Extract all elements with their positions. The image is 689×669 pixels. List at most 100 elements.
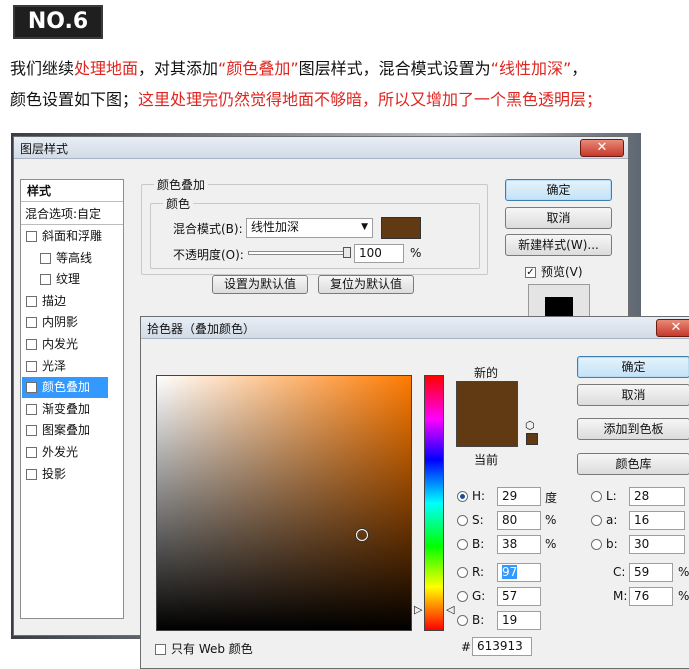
style-item[interactable]: 投影 [22,464,108,485]
style-item-label: 渐变叠加 [42,401,91,416]
channel-radio[interactable] [457,491,468,502]
intro-text-segment: 这里处理完仍然觉得地面不够暗，所以又增加了一个黑色透明层； [138,90,603,109]
style-item[interactable]: 内阴影 [22,312,108,333]
channel-value-input[interactable]: 97 [497,563,541,582]
style-item[interactable]: 光泽 [22,356,108,377]
style-checkbox-icon[interactable] [40,252,51,264]
overlay-color-swatch[interactable] [381,217,421,239]
channel-value-input[interactable]: 16 [629,511,685,530]
color-picker-dialog: 拾色器（叠加颜色） ✕ ▷ ◁ 新的 ⬡ 当前 确定 取消 添加到色板 颜色库 … [140,316,689,669]
channel-value-input[interactable]: 30 [629,535,685,554]
color-libraries-button[interactable]: 颜色库 [577,453,689,475]
channel-key: M: [613,589,628,603]
channel-radio[interactable] [591,539,602,550]
style-item[interactable]: 内发光 [22,334,108,355]
channel-unit: % [545,513,557,527]
style-item[interactable]: 渐变叠加 [22,399,108,420]
style-checkbox-icon[interactable] [26,403,37,415]
channel-value-input[interactable]: 76 [629,587,673,606]
channel-key: b: [606,537,618,551]
style-item[interactable]: ✓ 颜色叠加 [22,377,108,399]
cube-icon[interactable]: ⬡ [525,419,535,432]
channel-value-input[interactable]: 29 [497,487,541,506]
blend-mode-select[interactable]: 线性加深 ▼ [246,218,373,238]
channel-value-input[interactable]: 38 [497,535,541,554]
styles-header: 样式 [21,180,123,202]
channel-value-input[interactable]: 57 [497,587,541,606]
channel-value-input[interactable]: 59 [629,563,673,582]
channel-key: a: [606,513,618,527]
channel-value-input[interactable]: 80 [497,511,541,530]
hue-slider[interactable] [424,375,444,631]
opacity-input[interactable]: 100 [354,244,404,263]
style-item[interactable]: 斜面和浮雕 [22,226,108,247]
new-style-button[interactable]: 新建样式(W)... [505,234,612,256]
style-checkbox-icon[interactable] [26,317,37,329]
color-subgroup: 颜色 混合模式(B): 线性加深 ▼ 不透明度(O): 100 % [150,195,480,269]
style-item-label: 图案叠加 [42,423,91,438]
style-item-label: 纹理 [56,272,81,287]
style-item[interactable]: 图案叠加 [22,420,108,441]
channel-value: 29 [502,489,518,503]
style-checkbox-icon[interactable] [26,295,37,307]
style-item[interactable]: 描边 [22,291,108,312]
channel-value-input[interactable]: 28 [629,487,685,506]
opacity-slider-thumb[interactable] [343,247,351,258]
preview-checkbox[interactable]: ✓ 预览(V) [525,263,583,280]
close-icon[interactable]: ✕ [656,319,689,337]
ok-button[interactable]: 确定 [505,179,612,201]
style-item-label: 描边 [42,293,67,308]
web-colors-check-icon [155,644,166,655]
style-item[interactable]: 外发光 [22,442,108,463]
style-item[interactable]: 纹理 [22,269,108,290]
intro-text-segment: 颜色设置如下图； [10,90,139,109]
channel-radio[interactable] [457,567,468,578]
picker-cancel-button[interactable]: 取消 [577,384,689,406]
hue-arrow-right-icon[interactable]: ◁ [446,603,454,616]
style-checkbox-icon[interactable] [40,274,51,286]
close-icon[interactable]: ✕ [580,139,624,157]
style-checkbox-icon[interactable] [26,360,37,372]
color-selection-marker[interactable] [355,528,368,541]
intro-text-segment: 图层样式，混合模式设置为 [298,59,491,78]
web-safe-swatch[interactable] [526,433,538,445]
style-item-label: 内发光 [42,337,79,351]
channel-key: H: [472,489,486,503]
channel-radio[interactable] [457,591,468,602]
style-item[interactable]: 等高线 [22,248,108,269]
channel-key: R: [472,565,485,579]
cancel-button[interactable]: 取消 [505,207,612,229]
color-subgroup-title: 颜色 [163,195,194,212]
color-overlay-title: 颜色叠加 [154,176,209,193]
style-checkbox-icon[interactable] [26,231,37,242]
style-checkbox-icon[interactable] [26,468,37,480]
channel-radio[interactable] [457,515,468,526]
reset-default-button[interactable]: 复位为默认值 [318,275,414,294]
style-checkbox-icon[interactable] [26,339,37,350]
channel-radio[interactable] [591,515,602,526]
channel-radio[interactable] [457,615,468,626]
style-checkbox-icon[interactable] [26,425,37,437]
channel-radio[interactable] [591,491,602,502]
hex-input[interactable]: 613913 [472,637,532,656]
blending-options-item[interactable]: 混合选项:自定 [21,203,123,225]
layer-style-titlebar[interactable]: 图层样式 ✕ [14,137,628,159]
color-picker-titlebar[interactable]: 拾色器（叠加颜色） ✕ [141,317,689,339]
picker-ok-button[interactable]: 确定 [577,356,689,378]
web-colors-checkbox[interactable]: 只有 Web 颜色 [155,640,253,657]
color-picker-title: 拾色器（叠加颜色） [147,322,256,336]
style-checkbox-icon[interactable]: ✓ [26,382,37,394]
set-default-button[interactable]: 设置为默认值 [212,275,308,294]
opacity-slider-track[interactable] [248,247,351,258]
style-checkbox-icon[interactable] [26,447,37,458]
channel-value: 57 [502,589,518,603]
saturation-brightness-field[interactable] [156,375,412,631]
style-item-label: 颜色叠加 [42,380,91,395]
add-to-swatches-button[interactable]: 添加到色板 [577,418,689,440]
channel-key: C: [613,565,626,579]
style-item-label: 投影 [42,466,67,481]
hue-arrow-left-icon[interactable]: ▷ [414,603,422,616]
channel-radio[interactable] [457,539,468,550]
channel-value-input[interactable]: 19 [497,611,541,630]
intro-text-segment: “线性加深” [490,59,572,78]
